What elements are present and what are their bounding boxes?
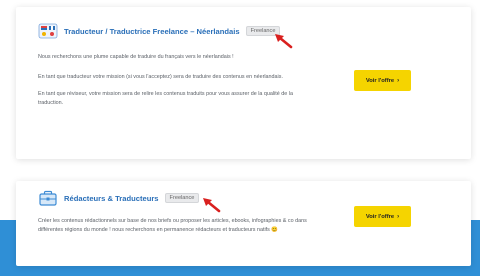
job-card: Rédacteurs & Traducteurs Freelance Créer… — [16, 181, 471, 266]
job-description: Créer les contenus rédactionnels sur bas… — [38, 217, 313, 243]
button-label: Voir l'offre — [365, 77, 395, 84]
red-arrow-icon — [275, 34, 293, 49]
job-title[interactable]: Traducteur / Traductrice Freelance – Née… — [64, 27, 240, 36]
job-title[interactable]: Rédacteurs & Traducteurs — [64, 194, 159, 203]
job-header: Rédacteurs & Traducteurs Freelance — [38, 190, 200, 206]
chevron-right-icon: › — [397, 77, 400, 84]
description-paragraph: Créer les contenus rédactionnels sur bas… — [38, 218, 307, 233]
description-paragraph: En tant que réviseur, votre mission sera… — [38, 91, 293, 106]
description-paragraph: En tant que traducteur votre mission (si… — [38, 74, 283, 80]
briefcase-icon — [38, 190, 58, 206]
job-card: Traducteur / Traductrice Freelance – Née… — [16, 7, 471, 159]
freelance-badge: Freelance — [164, 193, 200, 203]
view-offer-button[interactable]: Voir l'offre › — [354, 70, 411, 91]
red-arrow-icon — [203, 198, 221, 213]
view-offer-button[interactable]: Voir l'offre › — [354, 206, 411, 227]
job-description: Nous recherchons une plume capable de tr… — [38, 53, 318, 116]
button-label: Voir l'offre — [365, 213, 395, 220]
translation-flags-icon — [38, 23, 58, 39]
job-header: Traducteur / Traductrice Freelance – Née… — [38, 23, 281, 39]
chevron-right-icon: › — [397, 213, 400, 220]
description-paragraph: Nous recherchons une plume capable de tr… — [38, 54, 234, 60]
